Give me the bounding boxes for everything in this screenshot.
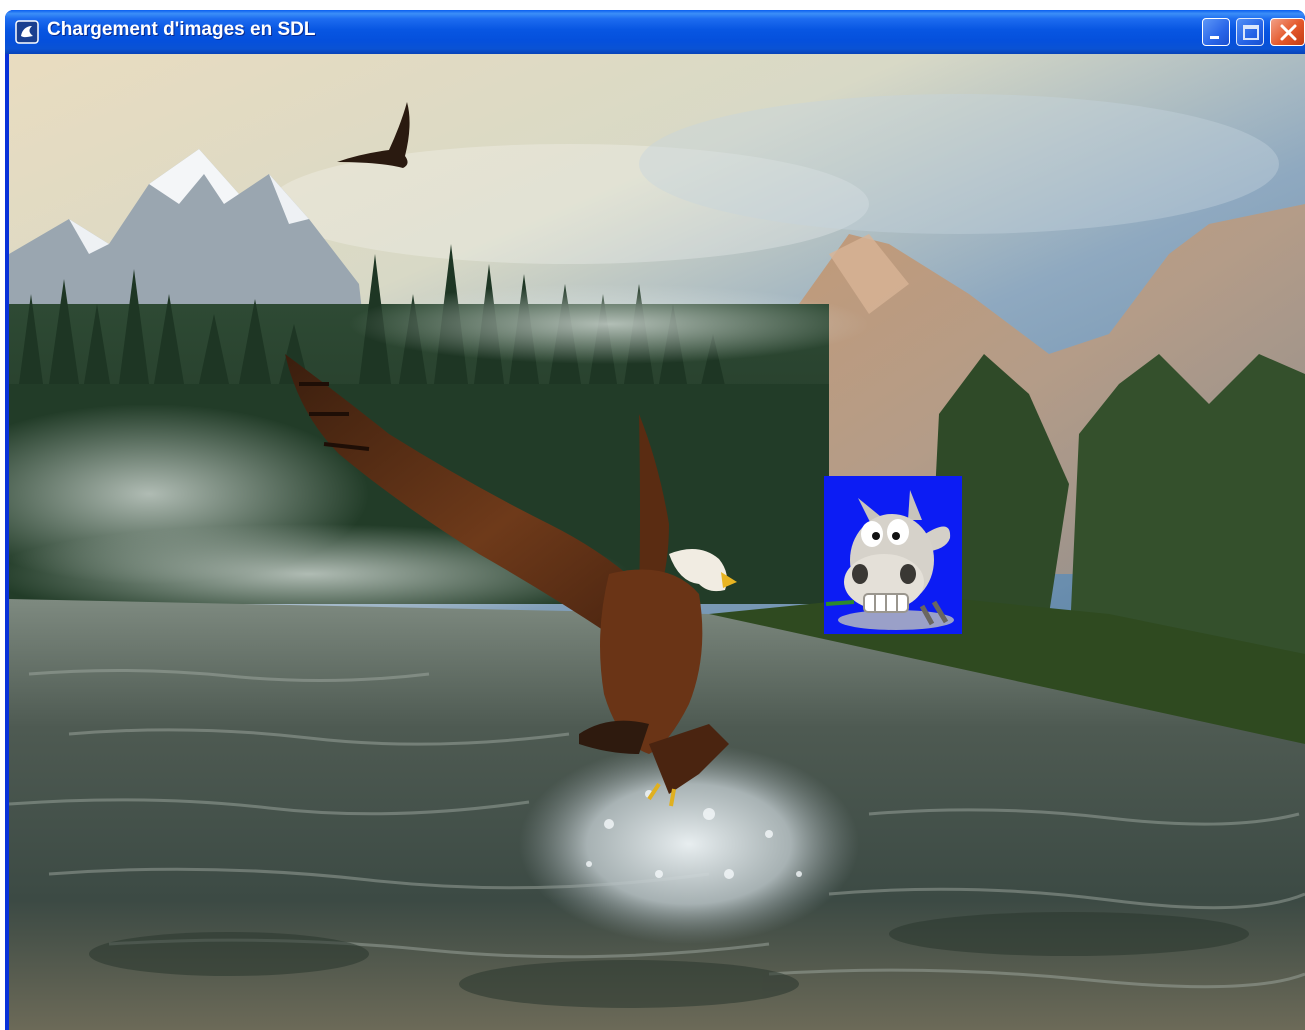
eagle-over-lake-landscape [9, 54, 1305, 1030]
donkey-icon [825, 490, 954, 630]
maximize-button[interactable] [1236, 18, 1264, 46]
title-bar[interactable]: Chargement d'images en SDL [5, 10, 1305, 54]
app-window: Chargement d'images en SDL [5, 10, 1305, 1030]
minimize-button[interactable] [1202, 18, 1230, 46]
minimize-icon [1210, 36, 1219, 39]
close-button[interactable] [1270, 18, 1305, 46]
sdl-canvas[interactable] [9, 54, 1305, 1030]
maximize-icon [1243, 25, 1259, 40]
window-title: Chargement d'images en SDL [47, 19, 316, 40]
sdl-window-icon[interactable] [15, 20, 39, 44]
close-icon [1280, 24, 1297, 41]
cartoon-donkey-sprite[interactable] [824, 476, 962, 634]
